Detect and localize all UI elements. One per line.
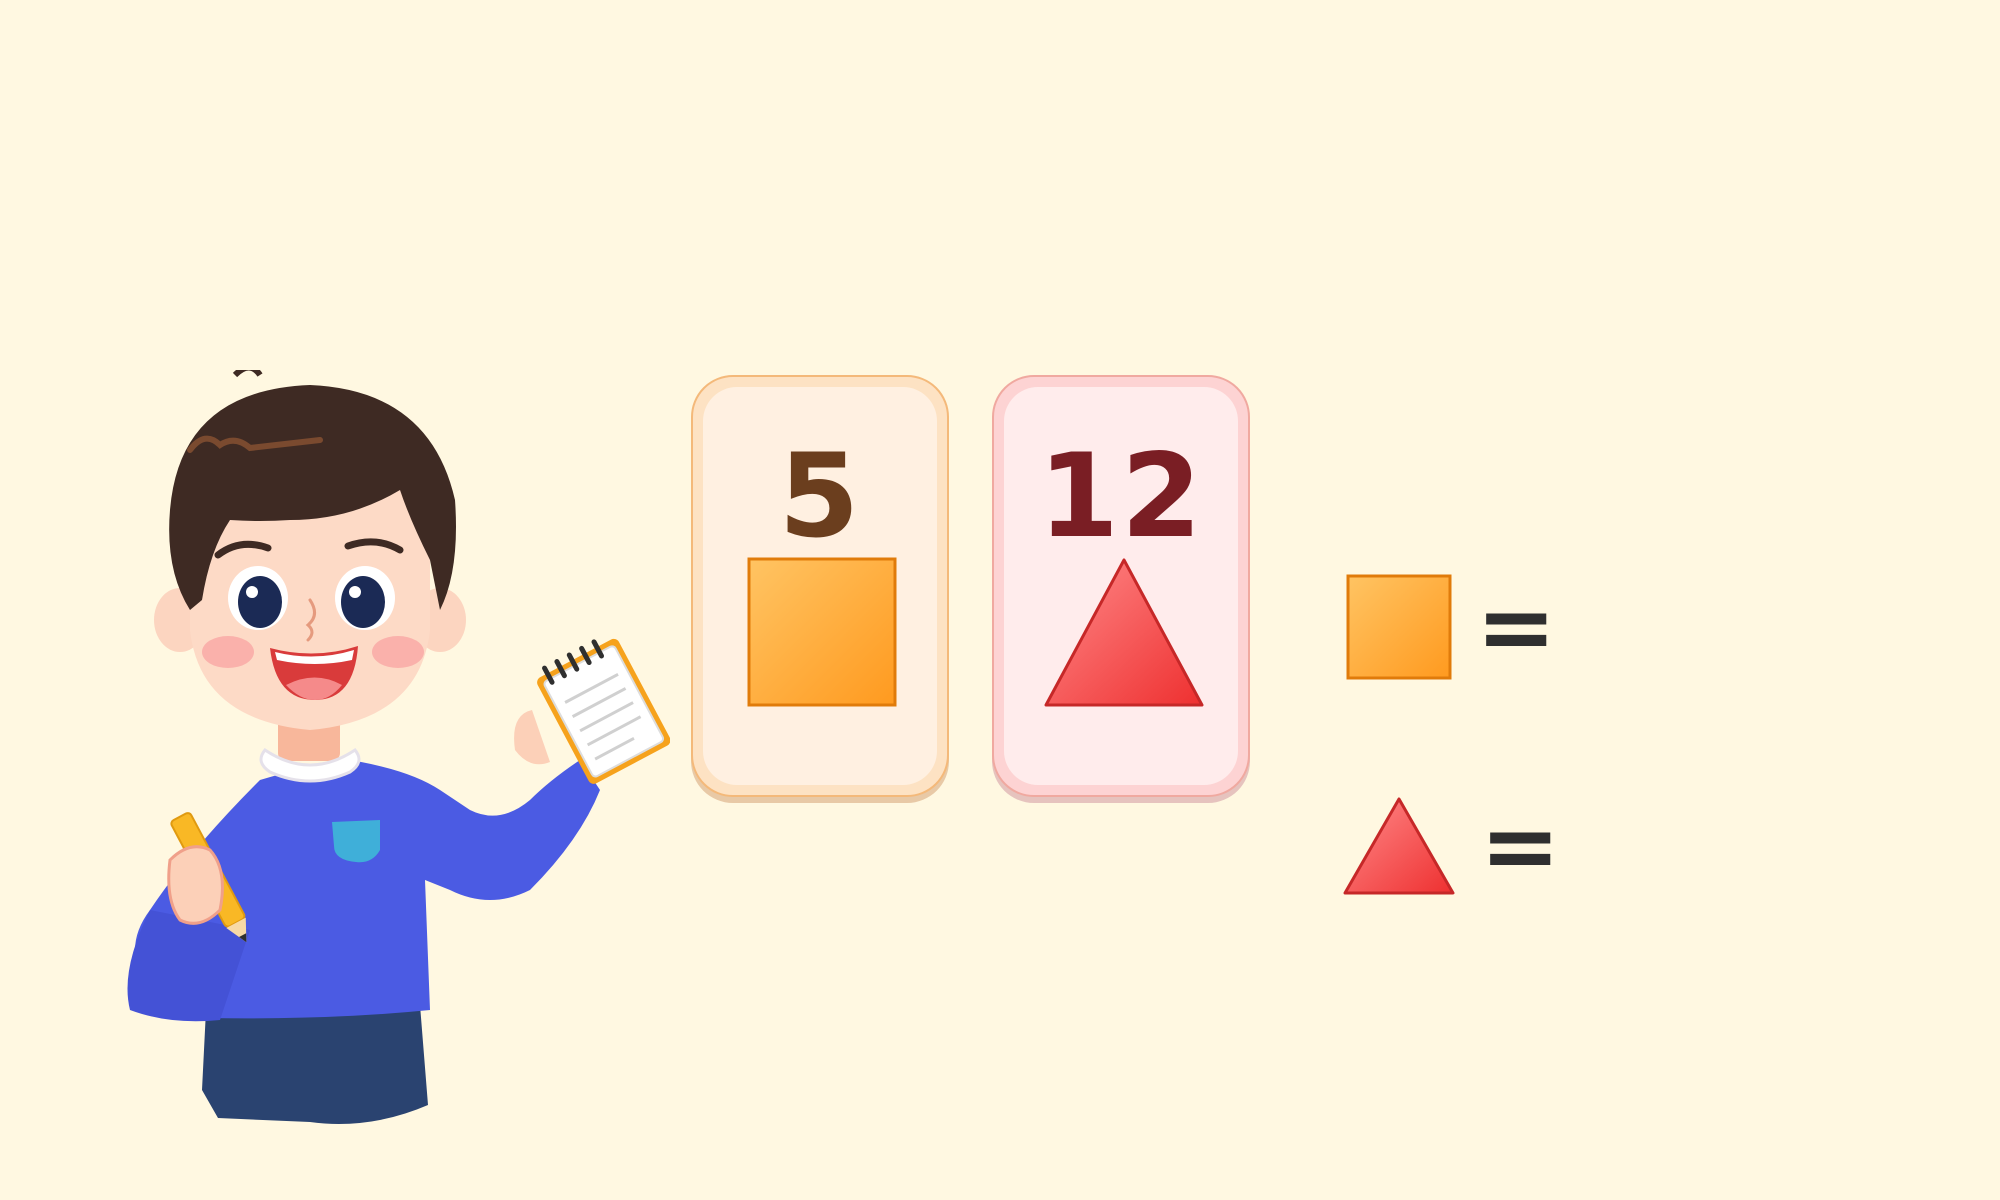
square-answer[interactable] bbox=[1576, 579, 1696, 675]
card-inner-panel: 12 bbox=[1004, 387, 1238, 785]
card-number: 12 bbox=[1038, 429, 1204, 564]
triangle-icon bbox=[1044, 558, 1204, 707]
card-inner-panel: 5 bbox=[703, 387, 937, 785]
equals-sign: = bbox=[1480, 790, 1561, 902]
square-icon bbox=[1346, 574, 1452, 680]
triangle-value-card[interactable]: 12 bbox=[992, 375, 1250, 797]
puzzle-scene: 5 12 = = bbox=[0, 0, 2000, 1200]
triangle-equation: = bbox=[1342, 796, 1700, 896]
square-icon bbox=[747, 557, 897, 707]
square-equation: = bbox=[1346, 574, 1696, 680]
square-value-card[interactable]: 5 bbox=[691, 375, 949, 797]
triangle-icon bbox=[1343, 797, 1455, 895]
boy-character-illustration bbox=[127, 370, 670, 1124]
card-number: 5 bbox=[778, 429, 862, 564]
triangle-answer[interactable] bbox=[1580, 798, 1700, 894]
equals-sign: = bbox=[1476, 571, 1557, 683]
